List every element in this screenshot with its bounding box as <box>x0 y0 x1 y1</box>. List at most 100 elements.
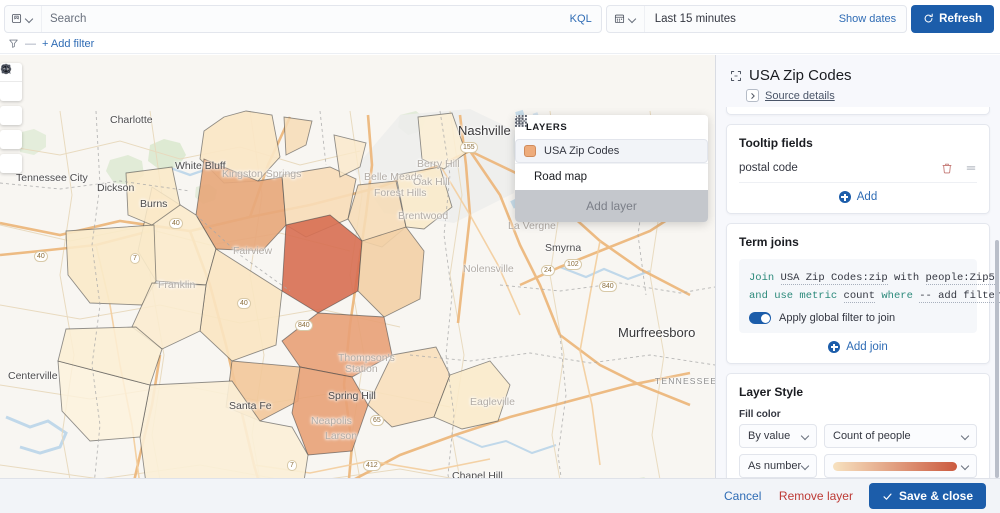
layer-item-label: Road map <box>534 171 588 183</box>
drag-handle-icon[interactable] <box>965 162 977 174</box>
fill-color-row-2: As number <box>739 454 977 478</box>
search-input[interactable] <box>42 5 561 32</box>
chevron-down-icon <box>962 432 970 440</box>
search-bar[interactable]: KQL <box>4 4 602 33</box>
cancel-button[interactable]: Cancel <box>724 489 761 503</box>
join-right-field[interactable]: people:Zip5 <box>925 272 995 285</box>
term-join-line-1: Join USA Zip Codes:zip with people:Zip5 <box>749 269 995 287</box>
chevron-down-icon <box>802 432 810 440</box>
join-with-keyword: with <box>893 272 920 284</box>
source-details-row[interactable]: Source details <box>746 89 986 102</box>
zoom-out-button[interactable] <box>0 64 22 101</box>
previous-card-remnant <box>726 107 990 115</box>
polygon-swatch-icon <box>524 145 536 157</box>
layer-item-label: USA Zip Codes <box>544 145 620 157</box>
flyout-title-text: USA Zip Codes <box>749 67 852 84</box>
fill-mode-select[interactable]: By value <box>739 424 817 448</box>
check-icon <box>882 491 893 502</box>
flyout-footer: Cancel Remove layer Save & close <box>0 478 1000 513</box>
layer-style-card: Layer Style Fill color By value Count of… <box>726 373 990 480</box>
add-join-label: Add join <box>846 341 888 353</box>
source-details-link[interactable]: Source details <box>765 90 835 102</box>
chevron-down-icon <box>802 462 810 470</box>
layer-item-road-map[interactable]: Road map <box>515 115 708 190</box>
save-and-close-button[interactable]: Save & close <box>868 483 986 509</box>
flyout-scrollbar[interactable] <box>995 240 999 478</box>
layer-settings-flyout: USA Zip Codes Source details Tooltip fie… <box>715 55 1000 513</box>
draw-filter-button[interactable] <box>0 64 22 173</box>
where-keyword: where <box>881 290 913 302</box>
layers-panel-title: LAYERS <box>526 122 568 133</box>
chevron-down-icon <box>26 15 34 23</box>
fill-type-value: As number <box>748 460 802 472</box>
trash-icon[interactable] <box>941 162 953 174</box>
tooltip-fields-title: Tooltip fields <box>739 136 813 150</box>
layer-style-title: Layer Style <box>739 385 804 399</box>
apply-global-filter-toggle[interactable] <box>749 312 771 324</box>
fill-field-value: Count of people <box>833 430 911 442</box>
term-join-line-2: and use metric count where -- add filter… <box>749 287 1000 305</box>
tooltip-fields-card: Tooltip fields postal code Add <box>726 124 990 214</box>
flyout-header: USA Zip Codes Source details <box>716 55 1000 110</box>
join-filter-placeholder[interactable]: -- add filter -- <box>919 290 1000 303</box>
color-ramp-swatch <box>833 461 957 471</box>
and-use-metric-keyword: and use metric <box>749 290 838 302</box>
refresh-button[interactable]: Refresh <box>911 4 994 33</box>
show-dates-button[interactable]: Show dates <box>829 13 906 25</box>
term-join-editor[interactable]: Join USA Zip Codes:zip with people:Zip5 … <box>739 259 1000 333</box>
save-label: Save & close <box>898 489 973 503</box>
term-joins-card: Term joins Join USA Zip Codes:zip with p… <box>726 223 1000 364</box>
date-picker[interactable]: Last 15 minutes Show dates <box>605 4 908 33</box>
query-language-button[interactable]: KQL <box>561 13 601 25</box>
locate-control <box>0 63 22 125</box>
fill-type-select[interactable]: As number <box>739 454 817 478</box>
add-layer-button[interactable]: Add layer <box>515 190 708 222</box>
locate-button[interactable] <box>0 63 22 125</box>
add-join-button[interactable]: Add join <box>739 341 977 353</box>
apply-global-filter-label: Apply global filter to join <box>779 312 896 324</box>
term-joins-title: Term joins <box>739 235 799 249</box>
refresh-label: Refresh <box>939 12 982 25</box>
layer-polygon-icon <box>730 70 742 82</box>
draw-filter-control <box>0 64 22 173</box>
fill-field-select[interactable]: Count of people <box>824 424 977 448</box>
page-title: USA Zip Codes <box>730 67 986 84</box>
layers-panel-header: LAYERS <box>515 115 708 139</box>
map-tool-bar <box>0 63 22 178</box>
filter-separator: — <box>25 37 36 50</box>
filter-bar: — + Add filter <box>0 34 1000 54</box>
remove-layer-button[interactable]: Remove layer <box>779 489 853 503</box>
query-bar: KQL Last 15 minutes Show dates Refresh <box>0 0 1000 34</box>
color-ramp-select[interactable] <box>824 454 977 478</box>
plus-circle-icon <box>828 341 841 353</box>
time-range-value[interactable]: Last 15 minutes <box>645 13 829 25</box>
fill-color-row-1: By value Count of people <box>739 424 977 448</box>
fit-to-bounds-button[interactable] <box>0 64 22 149</box>
plus-circle-icon <box>838 191 851 203</box>
global-filter-toggle-row: Apply global filter to join <box>749 312 967 324</box>
add-tooltip-field-button[interactable]: Add <box>739 191 977 203</box>
tooltip-field-row: postal code <box>739 162 977 183</box>
calendar-icon <box>614 13 625 24</box>
expand-arrow-icon[interactable] <box>746 89 759 102</box>
chevron-down-icon <box>629 15 637 23</box>
layer-item-usa-zip-codes[interactable]: USA Zip Codes <box>515 139 708 163</box>
filter-icon[interactable] <box>8 38 19 49</box>
map-canvas[interactable]: Nashville Murfreesboro Charlotte White Bluf… <box>0 55 715 513</box>
refresh-icon <box>923 13 934 24</box>
fill-mode-value: By value <box>748 430 791 442</box>
tooltip-field-name: postal code <box>739 162 798 174</box>
add-filter-button[interactable]: + Add filter <box>42 38 94 50</box>
saved-query-menu[interactable] <box>5 5 42 32</box>
flyout-body[interactable]: Tooltip fields postal code Add Term join… <box>716 107 1000 480</box>
join-left-field[interactable]: USA Zip Codes:zip <box>780 272 888 285</box>
saved-query-icon <box>11 13 22 24</box>
fill-color-label: Fill color <box>739 409 781 420</box>
chevron-down-icon <box>962 462 970 470</box>
add-label: Add <box>856 191 878 203</box>
layers-panel: LAYERS USA Zip Codes Road map Add layer <box>515 115 708 222</box>
join-keyword: Join <box>749 272 775 284</box>
join-metric[interactable]: count <box>843 290 876 303</box>
fit-bounds-control <box>0 64 22 149</box>
date-quick-menu[interactable] <box>607 5 645 32</box>
